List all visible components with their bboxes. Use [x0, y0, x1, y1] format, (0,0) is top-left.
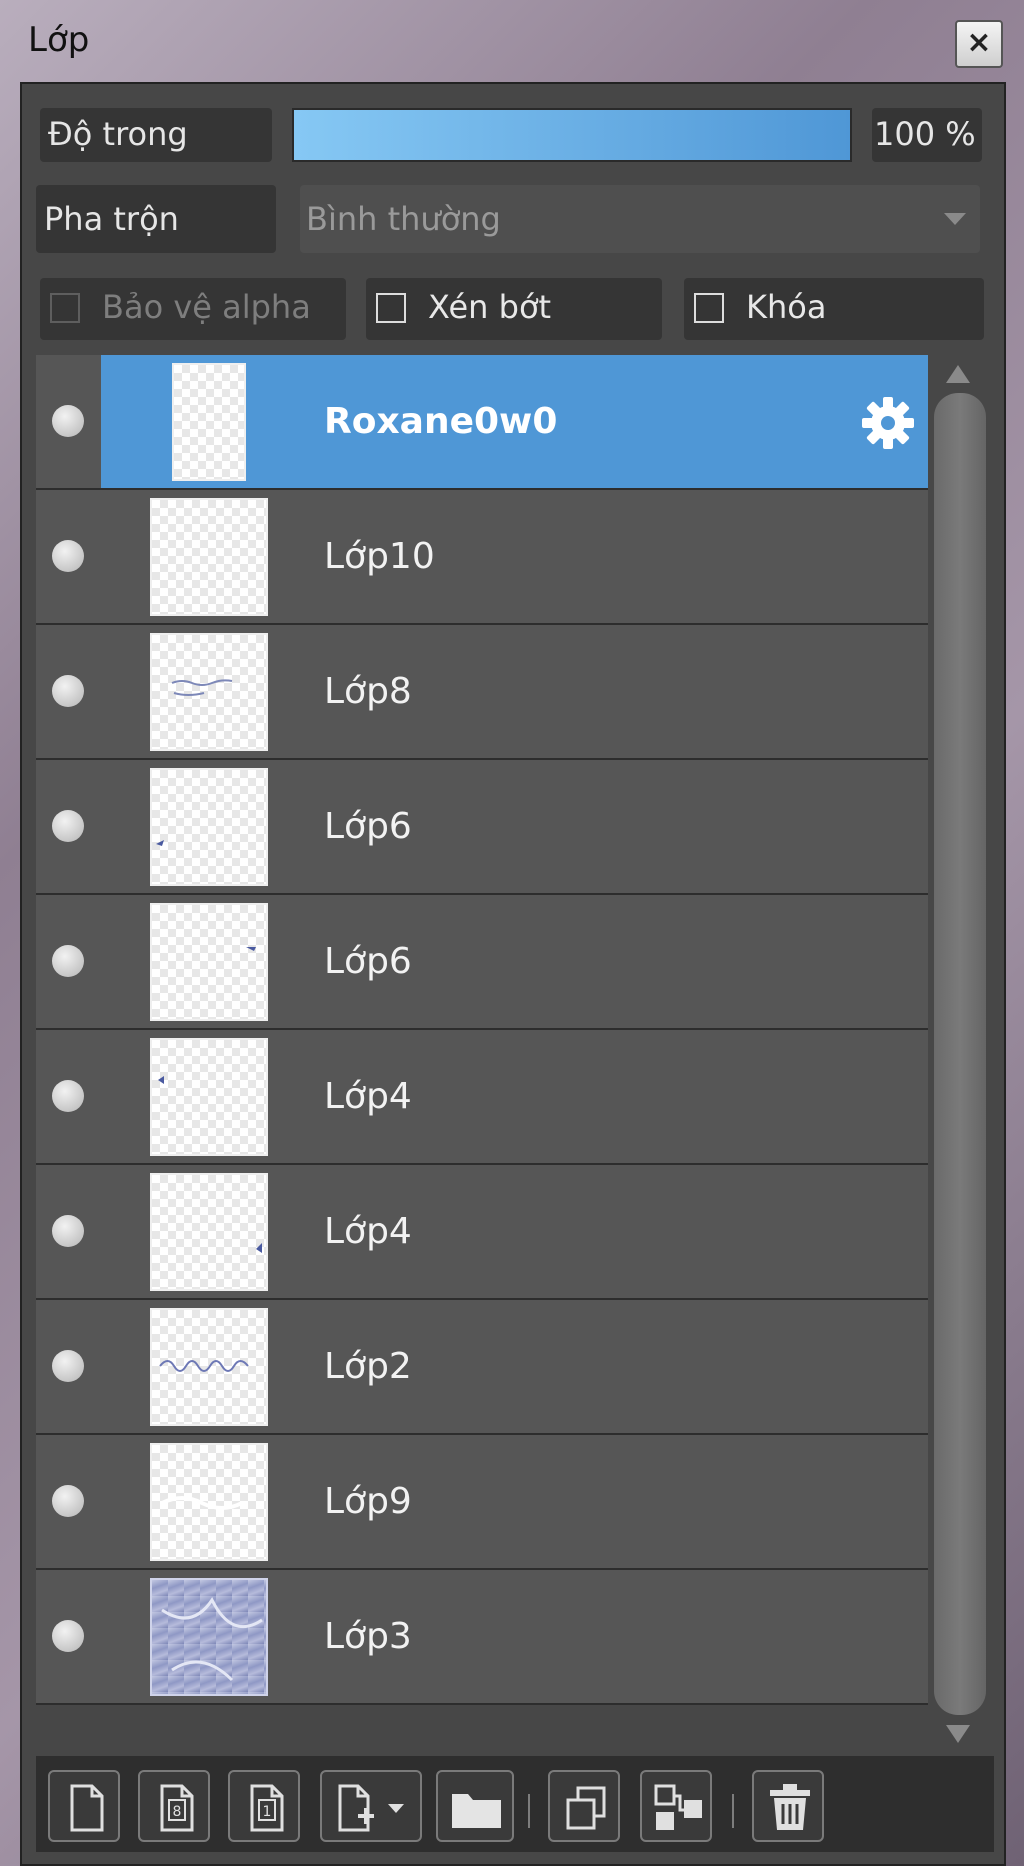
visibility-toggle[interactable]: [52, 1350, 84, 1382]
layer-row[interactable]: Roxane0w0: [36, 355, 928, 490]
gear-icon[interactable]: [858, 393, 918, 453]
add-layer-dropdown-button[interactable]: [320, 1770, 422, 1842]
visibility-toggle[interactable]: [52, 405, 84, 437]
visibility-toggle[interactable]: [52, 1485, 84, 1517]
clipping-checkbox[interactable]: Xén bớt: [366, 278, 662, 340]
layer-row[interactable]: Lớp6: [36, 760, 928, 895]
layer-name: Lớp2: [324, 1346, 412, 1387]
layer-thumbnail: [172, 363, 246, 481]
protect-alpha-label: Bảo vệ alpha: [102, 288, 311, 326]
blend-mode-label: Pha trộn: [36, 185, 276, 253]
add-layer-dropdown-icon: [338, 1784, 404, 1832]
layer-thumbnail: [150, 1038, 268, 1156]
layer-thumbnail: [150, 1578, 268, 1696]
visibility-toggle[interactable]: [52, 540, 84, 572]
layer-row[interactable]: Lớp9: [36, 1435, 928, 1570]
new-folder-button[interactable]: [436, 1770, 514, 1842]
layer-name: Lớp4: [324, 1076, 412, 1117]
clipping-label: Xén bớt: [428, 288, 552, 326]
layer-thumbnail: [150, 768, 268, 886]
delete-layer-icon: [770, 1784, 810, 1830]
svg-text:1: 1: [263, 1804, 272, 1820]
layer-row[interactable]: Lớp2: [36, 1300, 928, 1435]
thumbnail-strokes: [161, 1496, 243, 1510]
layer-name: Roxane0w0: [324, 401, 558, 442]
opacity-value: 100 %: [872, 108, 982, 162]
layer-list: Roxane0w0 Lớp10 Lớp8 Lớp6 Lớp6 Lớp4 Lớp4…: [36, 355, 928, 1705]
window-titlebar: Lớp ×: [0, 0, 1024, 82]
layer-row[interactable]: Lớp3: [36, 1570, 928, 1705]
blend-mode-value: Bình thường: [306, 200, 501, 238]
thumbnail-strokes: [256, 1243, 262, 1253]
layer-thumbnail: [150, 903, 268, 1021]
merge-down-button[interactable]: [640, 1770, 712, 1842]
layer-row[interactable]: Lớp10: [36, 490, 928, 625]
layer-name: Lớp4: [324, 1211, 412, 1252]
lock-label: Khóa: [746, 288, 827, 326]
new-folder-icon: [452, 1794, 501, 1828]
opacity-label: Độ trong: [40, 108, 272, 162]
layer-row[interactable]: Lớp6: [36, 895, 928, 1030]
scroll-thumb[interactable]: [934, 393, 986, 1715]
layer-name: Lớp10: [324, 536, 435, 577]
checkbox-icon: [694, 293, 724, 323]
layer-name: Lớp6: [324, 941, 412, 982]
thumbnail-strokes: [246, 947, 256, 951]
thumbnail-strokes: [159, 1360, 249, 1372]
layer-thumbnail: [150, 498, 268, 616]
checkbox-icon: [50, 293, 80, 323]
merge-down-icon: [654, 1784, 702, 1830]
layer-name: Lớp8: [324, 671, 412, 712]
layer-thumbnail: [150, 633, 268, 751]
duplicate-layer-button[interactable]: [548, 1770, 620, 1842]
visibility-toggle[interactable]: [52, 1080, 84, 1112]
scroll-up-icon[interactable]: [946, 365, 970, 383]
visibility-toggle[interactable]: [52, 810, 84, 842]
new-8bit-layer-button[interactable]: 8: [138, 1770, 210, 1842]
layer-name: Lớp9: [324, 1481, 412, 1522]
layer-thumbnail: [150, 1308, 268, 1426]
layer-thumbnail: [150, 1173, 268, 1291]
scroll-down-icon[interactable]: [946, 1725, 970, 1743]
new-1bit-layer-button[interactable]: 1: [228, 1770, 300, 1842]
layer-name: Lớp6: [324, 806, 412, 847]
new-layer-button[interactable]: [48, 1770, 120, 1842]
thumbnail-strokes: [161, 1597, 263, 1682]
thumbnail-strokes: [158, 1076, 164, 1084]
new-8bit-layer-icon: 8: [160, 1784, 194, 1832]
checkbox-icon: [376, 293, 406, 323]
opacity-slider-fill: [294, 110, 850, 160]
lock-checkbox[interactable]: Khóa: [684, 278, 984, 340]
visibility-toggle[interactable]: [52, 1215, 84, 1247]
visibility-toggle[interactable]: [52, 945, 84, 977]
toolbar-separator: [528, 1794, 530, 1828]
visibility-toggle[interactable]: [52, 675, 84, 707]
protect-alpha-checkbox[interactable]: Bảo vệ alpha: [40, 278, 346, 340]
new-layer-icon: [70, 1784, 104, 1832]
opacity-slider[interactable]: [292, 108, 852, 162]
thumbnail-strokes: [171, 679, 233, 696]
layer-list-scrollbar[interactable]: [932, 355, 988, 1755]
layer-row[interactable]: Lớp4: [36, 1165, 928, 1300]
layer-toolbar: 8 1: [36, 1756, 994, 1852]
thumbnail-strokes: [156, 840, 164, 846]
svg-text:8: 8: [173, 1804, 182, 1820]
window-title: Lớp: [28, 20, 90, 60]
close-button[interactable]: ×: [955, 20, 1003, 68]
layer-row[interactable]: Lớp8: [36, 625, 928, 760]
delete-layer-button[interactable]: [752, 1770, 824, 1842]
duplicate-layer-icon: [566, 1786, 606, 1830]
layer-row[interactable]: Lớp4: [36, 1030, 928, 1165]
toolbar-separator: [732, 1794, 734, 1828]
layer-thumbnail: [150, 1443, 268, 1561]
layer-name: Lớp3: [324, 1616, 412, 1657]
chevron-down-icon: [944, 213, 966, 225]
blend-mode-select[interactable]: Bình thường: [300, 185, 980, 253]
visibility-toggle[interactable]: [52, 1620, 84, 1652]
new-1bit-layer-icon: 1: [250, 1784, 284, 1832]
